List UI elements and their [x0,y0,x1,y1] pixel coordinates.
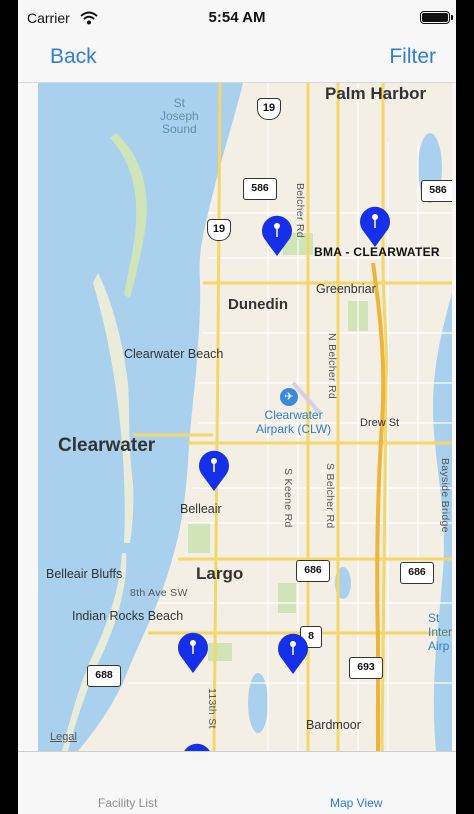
fl693-shield: 693 [349,657,383,679]
fl686-shield-right: 686 [400,562,434,584]
facility-pin[interactable] [176,630,210,674]
clock-time: 5:54 AM [208,9,266,26]
airport-icon: ✈ [280,388,298,406]
label-s-keene-rd: S Keene Rd [282,468,294,528]
label-largo: Largo [196,564,244,583]
tab-bar: Facility List Map View [18,751,456,814]
tab-map-view[interactable]: Map View [330,796,382,810]
filter-button[interactable]: Filter [389,45,436,69]
label-s-belcher-rd: S Belcher Rd [324,463,336,529]
label-belleair: Belleair [180,502,222,516]
label-8th-ave-sw: 8th Ave SW [130,587,188,599]
fl586-shield-right: 586 [421,180,452,202]
tab-facility-list[interactable]: Facility List [98,796,157,810]
back-button[interactable]: Back [50,45,97,69]
label-clearwater: Clearwater [58,435,156,456]
pin-callout-label: BMA - CLEARWATER [314,245,440,259]
label-clearwater-beach: Clearwater Beach [124,347,224,361]
label-drew-st: Drew St [360,417,400,429]
status-bar: Carrier 5:54 AM [18,0,456,36]
label-palm-harbor: Palm Harbor [325,84,427,103]
fl688-shield: 688 [87,665,121,687]
fl686-shield-mid: 686 [296,560,330,582]
navigation-bar: Back Filter [18,36,456,83]
label-st-joseph-sound: St Joseph Sound [160,96,199,136]
battery-tip [451,15,453,20]
battery-icon [420,11,450,24]
legal-link[interactable]: Legal [50,731,77,743]
facility-pin[interactable] [260,213,294,257]
label-belleair-bluffs: Belleair Bluffs [46,567,123,581]
facility-pin[interactable] [197,448,231,492]
label-bayside-bridge: Bayside Bridge [439,458,451,533]
label-bardmoor: Bardmoor [306,718,361,732]
label-belcher-rd: Belcher Rd [294,183,306,238]
fl586-shield-left: 586 [243,178,277,200]
label-st-intl-airport: St Inter Airp [428,611,452,653]
label-indian-rocks-beach: Indian Rocks Beach [72,609,184,623]
label-n-belcher-rd: N Belcher Rd [326,333,338,400]
label-113th-st: 113th St [206,688,218,729]
map-view[interactable]: Palm Harbor St Joseph Sound Dunedin Gree… [38,83,452,751]
facility-pin[interactable] [180,741,214,751]
phone-screen: Carrier 5:54 AM Back Filter Palm Harbor … [18,0,456,814]
us19-shield-mid: 19 [207,219,231,241]
us19-shield-top: 19 [257,98,281,120]
label-dunedin: Dunedin [228,296,288,313]
label-greenbriar: Greenbriar [316,282,376,296]
facility-pin-bma-clearwater[interactable] [358,204,392,248]
facility-pin[interactable] [276,631,310,675]
label-clearwater-airpark: Clearwater Airpark (CLW) [256,408,332,436]
